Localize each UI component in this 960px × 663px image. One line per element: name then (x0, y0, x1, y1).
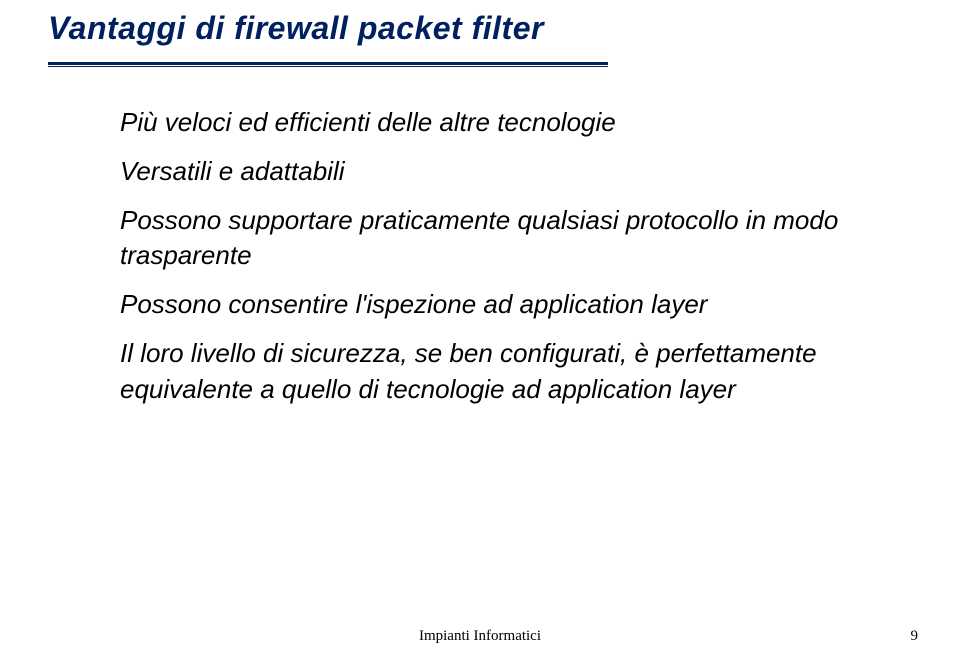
slide-footer: Impianti Informatici (0, 628, 960, 645)
bullet-item: Possono consentire l'ispezione ad applic… (120, 287, 900, 322)
slide-body: Più veloci ed efficienti delle altre tec… (120, 105, 900, 421)
page-number: 9 (911, 628, 919, 645)
bullet-item: Il loro livello di sicurezza, se ben con… (120, 336, 900, 406)
title-underline (48, 62, 608, 67)
bullet-item: Versatili e adattabili (120, 154, 900, 189)
slide-title: Vantaggi di firewall packet filter (48, 10, 544, 47)
bullet-item: Più veloci ed efficienti delle altre tec… (120, 105, 900, 140)
bullet-item: Possono supportare praticamente qualsias… (120, 203, 900, 273)
